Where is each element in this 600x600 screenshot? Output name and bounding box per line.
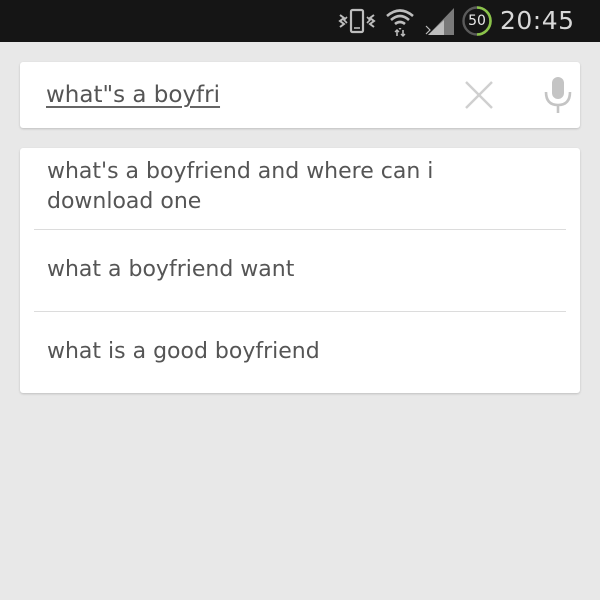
status-bar: 50 20:45 bbox=[0, 0, 600, 42]
suggestion-item[interactable]: what is a good boyfriend bbox=[20, 312, 580, 393]
clock: 20:45 bbox=[500, 6, 575, 35]
search-input[interactable]: what"s a boyfri bbox=[46, 76, 220, 114]
microphone-icon[interactable] bbox=[540, 74, 576, 116]
suggestion-text: what is a good boyfriend bbox=[47, 339, 320, 364]
suggestion-text: what a boyfriend want bbox=[47, 257, 295, 282]
battery-level: 50 bbox=[468, 13, 486, 29]
wifi-icon bbox=[386, 9, 414, 37]
search-box: what"s a boyfri bbox=[20, 62, 580, 128]
suggestion-item[interactable]: what's a boyfriend and where can i downl… bbox=[20, 148, 580, 229]
search-query: what"s a boyfri bbox=[46, 82, 221, 108]
cell-signal-icon bbox=[425, 8, 454, 35]
suggestions-list: what's a boyfriend and where can i downl… bbox=[20, 148, 580, 393]
suggestion-text: what's a boyfriend and where can i downl… bbox=[47, 159, 434, 214]
close-icon[interactable] bbox=[460, 76, 498, 114]
suggestion-item[interactable]: what a boyfriend want bbox=[20, 230, 580, 311]
vibrate-icon bbox=[338, 8, 376, 34]
